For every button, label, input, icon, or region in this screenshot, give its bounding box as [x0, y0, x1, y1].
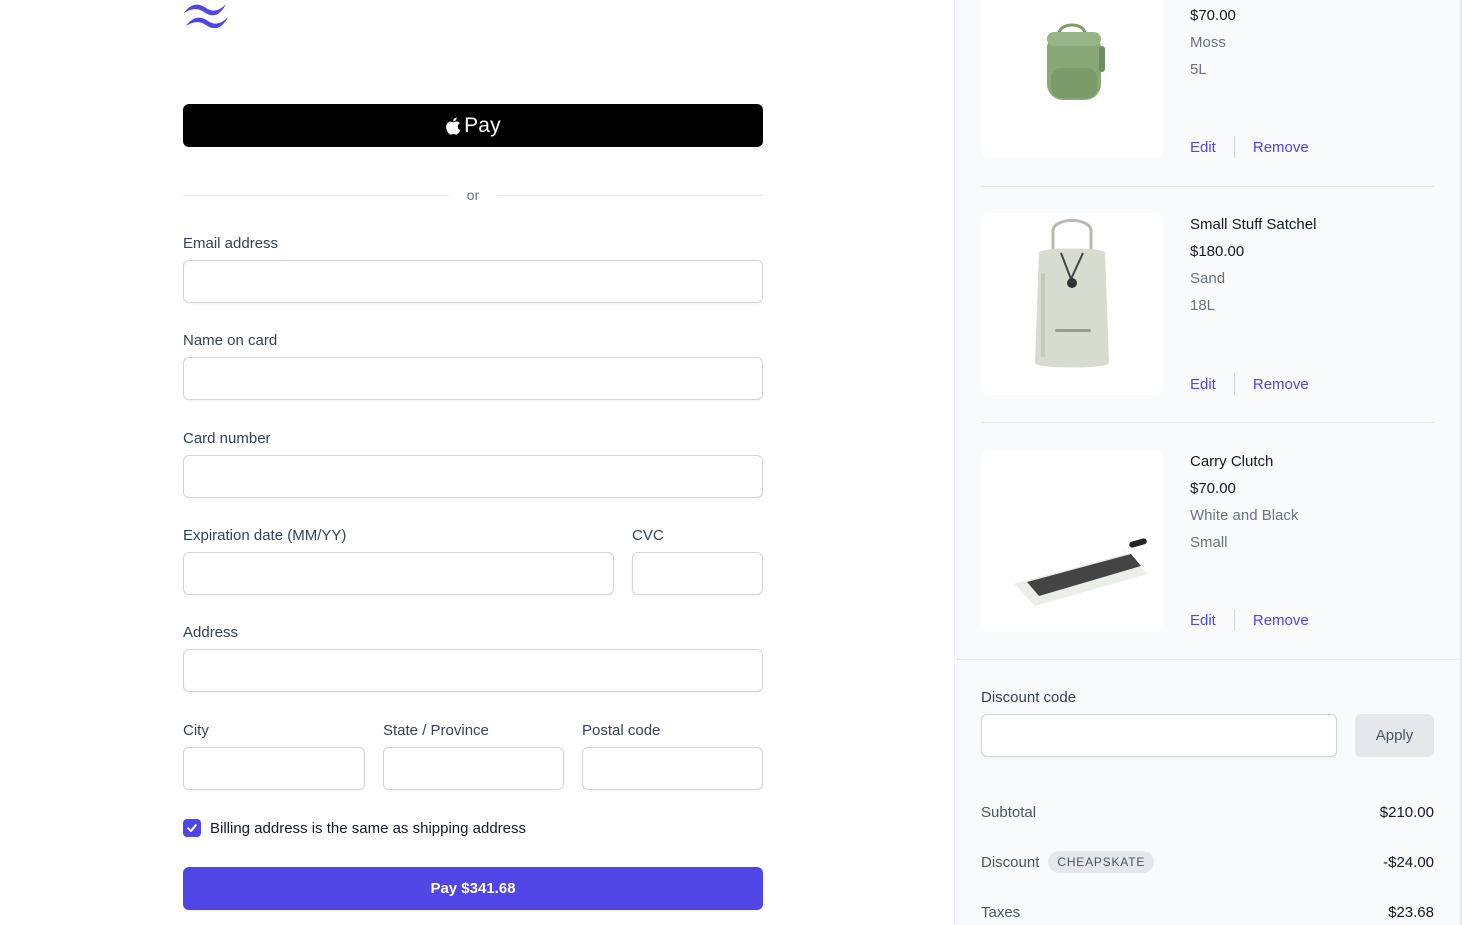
item-name: Small Stuff Satchel [1190, 216, 1317, 233]
divider-text: or [466, 187, 480, 203]
remove-item-link[interactable]: Remove [1253, 139, 1309, 156]
or-divider: or [183, 186, 764, 204]
taxes-label: Taxes [981, 904, 1021, 921]
cvc-label: CVC [632, 527, 664, 544]
email-label: Email address [183, 235, 279, 252]
subtotal-value: $210.00 [1379, 804, 1434, 821]
action-separator [1233, 609, 1235, 631]
discount-label-group: Discount CHEAPSKATE [981, 851, 1155, 873]
taxes-value: $23.68 [1388, 904, 1434, 921]
card-number-label: Card number [183, 430, 271, 447]
address-input[interactable] [183, 649, 763, 692]
apple-pay-label: Pay [464, 113, 501, 137]
item-divider [981, 186, 1434, 187]
edit-item-link[interactable]: Edit [1190, 612, 1216, 629]
item-size: 18L [1190, 297, 1216, 314]
product-image [981, 0, 1163, 158]
edit-item-link[interactable]: Edit [1190, 139, 1216, 156]
apple-pay-button[interactable]: Pay [183, 104, 763, 147]
subtotal-label: Subtotal [981, 804, 1037, 821]
name-on-card-input[interactable] [183, 357, 763, 400]
divider-line-left [183, 194, 449, 196]
item-size: Small [1190, 534, 1228, 551]
checkmark-icon [187, 824, 197, 832]
subtotal-row: Subtotal $210.00 [981, 804, 1434, 821]
city-label: City [183, 722, 209, 739]
remove-item-link[interactable]: Remove [1253, 612, 1309, 629]
satchel-sand-image [1035, 219, 1109, 368]
billing-same-checkbox[interactable] [183, 819, 201, 837]
checkout-form-panel: Pay or Email address Name on card Card n… [0, 0, 954, 925]
discount-code-badge: CHEAPSKATE [1048, 851, 1155, 873]
cvc-input[interactable] [632, 552, 763, 595]
item-price: $180.00 [1190, 243, 1245, 260]
item-actions: Edit Remove [1190, 136, 1309, 158]
taxes-row: Taxes $23.68 [981, 904, 1434, 921]
item-actions: Edit Remove [1190, 609, 1309, 631]
item-price: $70.00 [1190, 480, 1236, 497]
backpack-moss-image [1047, 23, 1105, 100]
item-color: White and Black [1190, 507, 1299, 524]
item-color: Moss [1190, 34, 1226, 51]
postal-code-input[interactable] [582, 747, 763, 790]
action-separator [1233, 136, 1235, 158]
discount-row: Discount CHEAPSKATE -$24.00 [981, 851, 1434, 873]
remove-item-link[interactable]: Remove [1253, 376, 1309, 393]
discount-code-label: Discount code [981, 689, 1077, 706]
item-size: 5L [1190, 61, 1207, 78]
discount-value: -$24.00 [1383, 853, 1434, 871]
billing-same-label[interactable]: Billing address is the same as shipping … [210, 820, 526, 837]
apply-discount-button[interactable]: Apply [1355, 714, 1434, 757]
product-image [981, 450, 1163, 632]
tailwind-logo-icon[interactable] [184, 0, 228, 28]
city-input[interactable] [183, 747, 365, 790]
pay-button[interactable]: Pay $341.68 [183, 867, 763, 910]
item-color: Sand [1190, 270, 1226, 287]
discount-code-input[interactable] [981, 714, 1337, 757]
item-actions: Edit Remove [1190, 373, 1309, 395]
item-price: $70.00 [1190, 7, 1236, 24]
billing-same-row: Billing address is the same as shipping … [183, 819, 526, 837]
action-separator [1233, 373, 1235, 395]
address-label: Address [183, 624, 239, 641]
product-image [981, 213, 1163, 395]
apple-icon [446, 116, 461, 135]
divider-line-right [497, 194, 764, 196]
name-on-card-label: Name on card [183, 332, 278, 349]
edit-item-link[interactable]: Edit [1190, 376, 1216, 393]
card-number-input[interactable] [183, 455, 763, 498]
expiration-input[interactable] [183, 552, 614, 595]
state-label: State / Province [383, 722, 489, 739]
section-divider [955, 659, 1462, 660]
item-name: Carry Clutch [1190, 453, 1274, 470]
postal-code-label: Postal code [582, 722, 661, 739]
clutch-white-black-image [1009, 538, 1147, 606]
item-divider [981, 422, 1434, 423]
email-input[interactable] [183, 260, 763, 303]
state-input[interactable] [383, 747, 564, 790]
order-summary-panel: $70.00 Moss 5L Edit Remove Small Stuff S… [954, 0, 1462, 925]
expiration-label: Expiration date (MM/YY) [183, 527, 347, 544]
discount-label: Discount [981, 853, 1040, 871]
